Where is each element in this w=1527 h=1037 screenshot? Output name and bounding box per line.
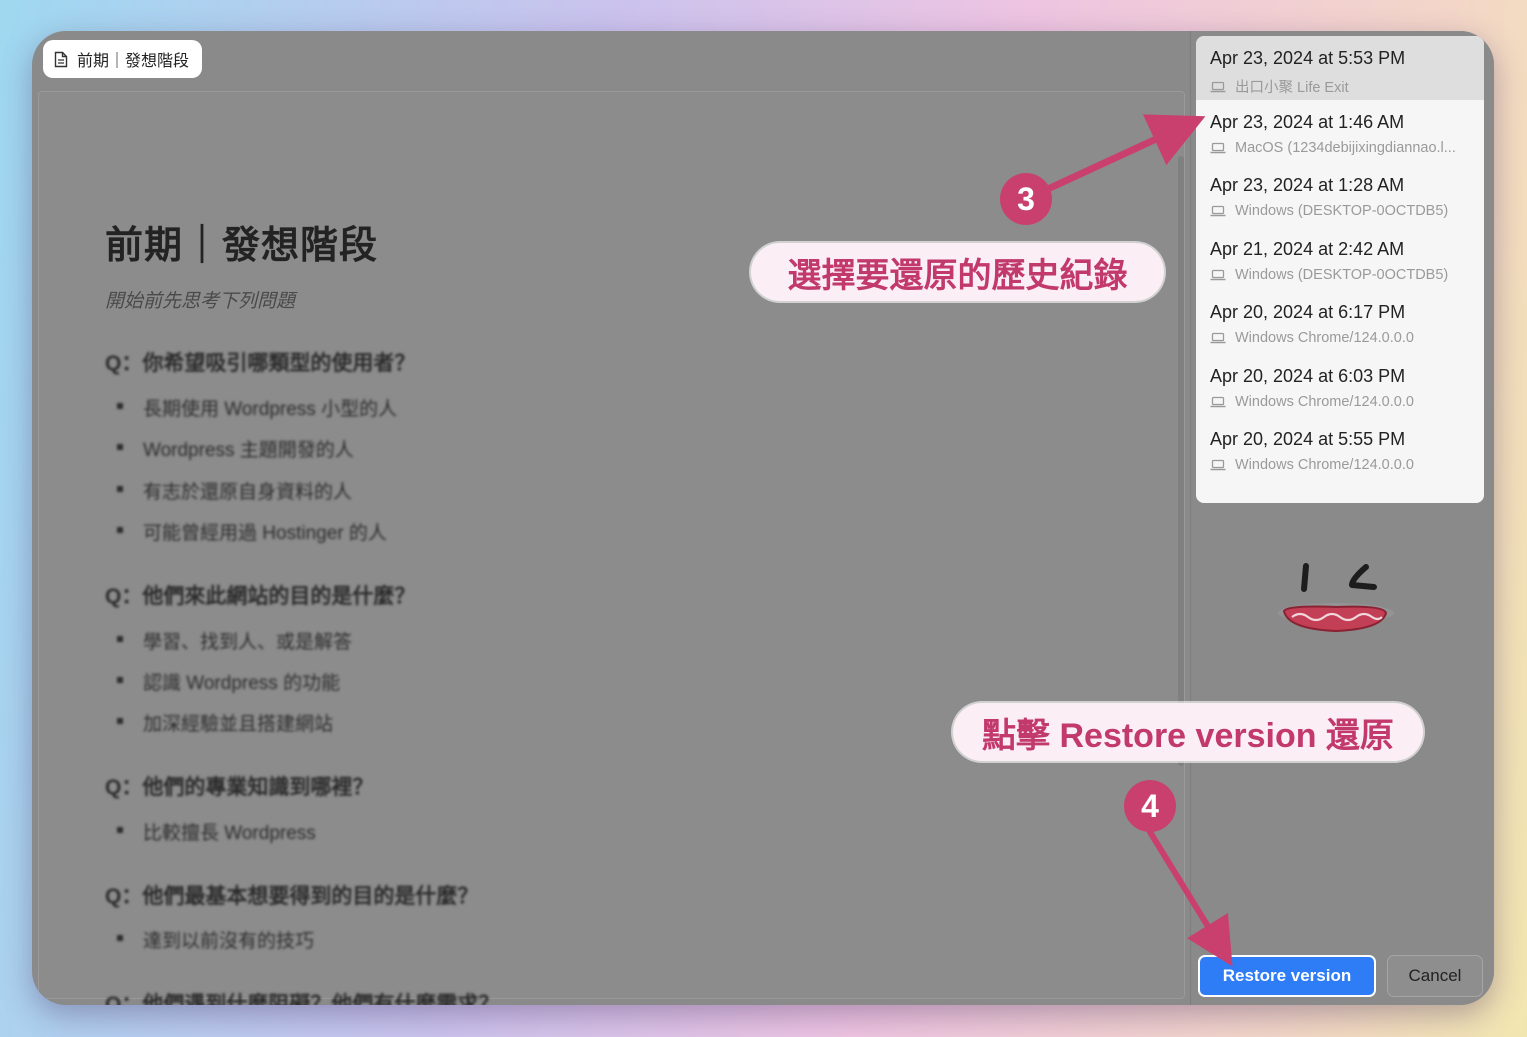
callout-select-history: 選擇要還原的歷史紀錄 xyxy=(751,243,1164,301)
arrow-to-history xyxy=(1046,114,1206,192)
step-badge-3: 3 xyxy=(1000,173,1052,225)
arrow-to-restore xyxy=(1147,829,1233,967)
step-badge-4: 4 xyxy=(1124,780,1176,832)
annotation-arrows xyxy=(1046,114,1233,967)
callout-restore-version: 點擊 Restore version 還原 xyxy=(953,703,1423,761)
